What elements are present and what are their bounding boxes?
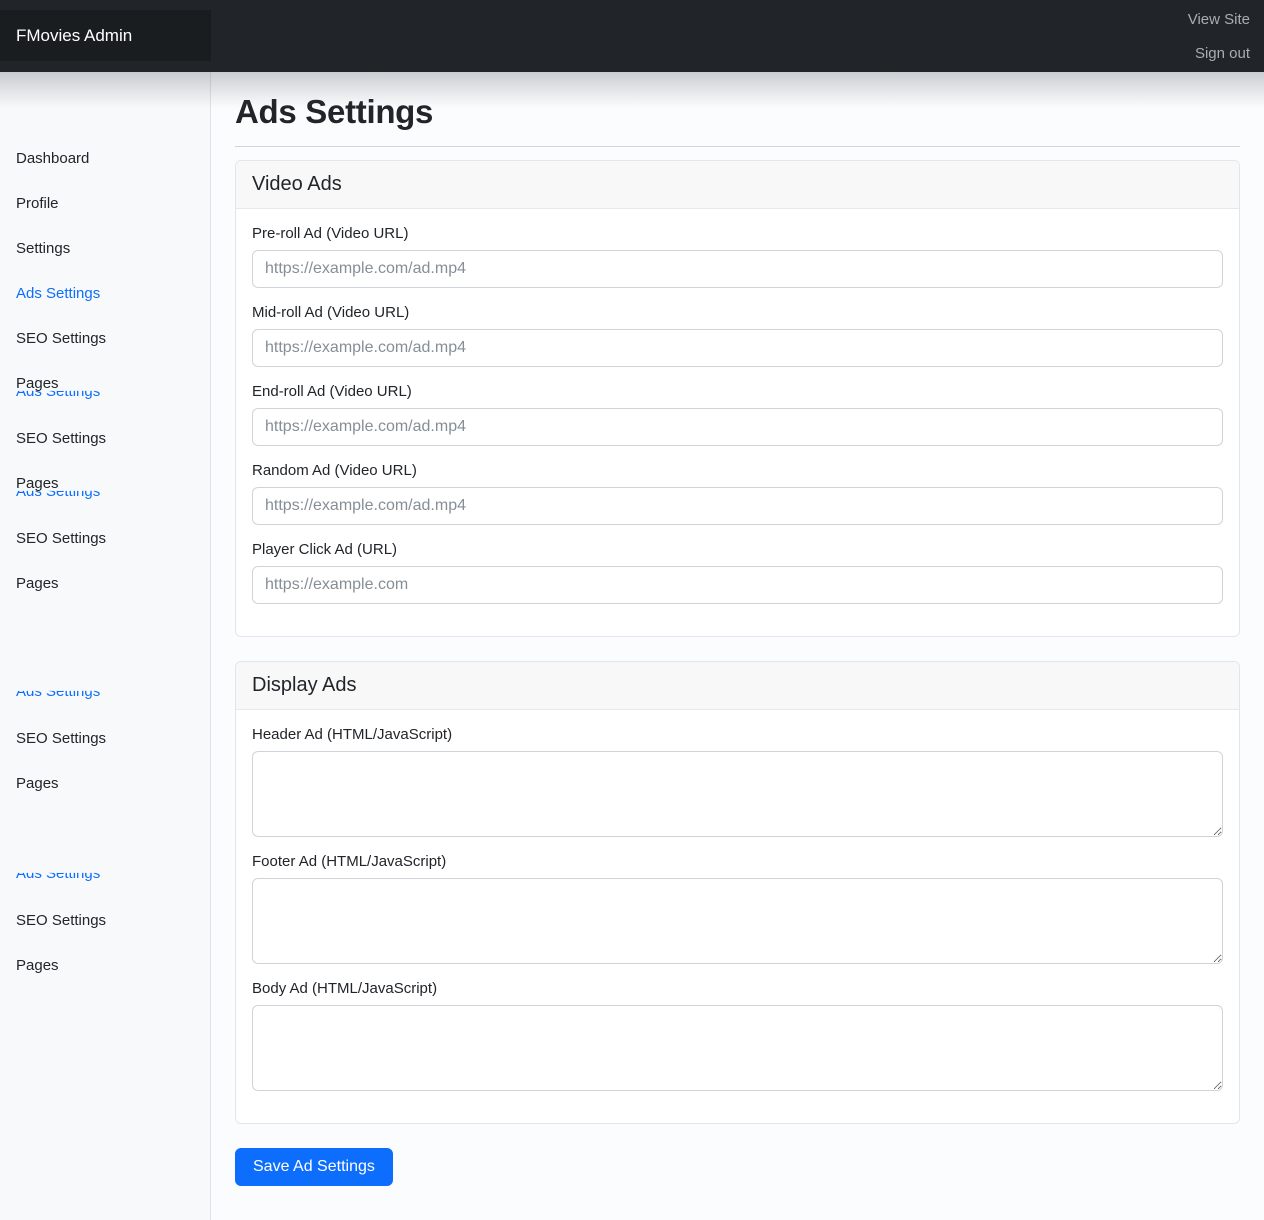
brand-title: FMovies Admin xyxy=(0,10,211,61)
sidebar-item-dashboard[interactable]: Dashboard xyxy=(0,148,210,170)
label-mid-roll-ad-video-url: Mid-roll Ad (Video URL) xyxy=(252,304,410,321)
sign-out-link[interactable]: Sign out xyxy=(1195,45,1250,63)
textarea-body-ad-html-javascript[interactable] xyxy=(252,1005,1223,1091)
navbar-links: View Site Sign out xyxy=(1188,0,1250,72)
card-video-ads: Video Ads Pre-roll Ad (Video URL) Mid-ro… xyxy=(235,160,1240,637)
sidebar-item-pages[interactable]: Pages xyxy=(0,955,210,977)
sidebar-item-seo-settings[interactable]: SEO Settings xyxy=(0,528,210,550)
input-pre-roll-ad-video-url[interactable] xyxy=(252,250,1223,288)
view-site-link[interactable]: View Site xyxy=(1188,11,1250,29)
label-end-roll-ad-video-url: End-roll Ad (Video URL) xyxy=(252,383,412,400)
label-header-ad-html-javascript: Header Ad (HTML/JavaScript) xyxy=(252,726,453,743)
sidebar-item-profile[interactable]: Profile xyxy=(0,193,210,215)
label-footer-ad-html-javascript: Footer Ad (HTML/JavaScript) xyxy=(252,853,447,870)
form-field: Player Click Ad (URL) xyxy=(252,541,1223,604)
card-header: Display Ads xyxy=(236,662,1239,710)
label-player-click-ad-url: Player Click Ad (URL) xyxy=(252,541,398,558)
card-header: Video Ads xyxy=(236,161,1239,209)
form-field: Mid-roll Ad (Video URL) xyxy=(252,304,1223,367)
cards: Video Ads Pre-roll Ad (Video URL) Mid-ro… xyxy=(235,160,1240,1124)
card-title: Video Ads xyxy=(252,173,342,195)
sidebar-item-ads-settings[interactable]: Ads Settings xyxy=(0,873,210,885)
main-content: Ads Settings Video Ads Pre-roll Ad (Vide… xyxy=(211,72,1264,1186)
input-player-click-ad-url[interactable] xyxy=(252,566,1223,604)
form-field: End-roll Ad (Video URL) xyxy=(252,383,1223,446)
sidebar-item-pages[interactable]: Pages xyxy=(0,573,210,595)
input-mid-roll-ad-video-url[interactable] xyxy=(252,329,1223,367)
label-random-ad-video-url: Random Ad (Video URL) xyxy=(252,462,417,479)
sidebar-item-ads-settings[interactable]: Ads Settings xyxy=(0,691,210,703)
input-random-ad-video-url[interactable] xyxy=(252,487,1223,525)
card-body: Pre-roll Ad (Video URL) Mid-roll Ad (Vid… xyxy=(236,209,1239,636)
page-title: Ads Settings xyxy=(235,93,434,130)
form-field: Header Ad (HTML/JavaScript) xyxy=(252,726,1223,837)
sidebar-item-seo-settings[interactable]: SEO Settings xyxy=(0,428,210,450)
form-field: Footer Ad (HTML/JavaScript) xyxy=(252,853,1223,964)
textarea-footer-ad-html-javascript[interactable] xyxy=(252,878,1223,964)
label-pre-roll-ad-video-url: Pre-roll Ad (Video URL) xyxy=(252,225,409,242)
sidebar-item-seo-settings[interactable]: SEO Settings xyxy=(0,910,210,932)
label-body-ad-html-javascript: Body Ad (HTML/JavaScript) xyxy=(252,980,438,997)
sidebar-item-pages[interactable]: Pages xyxy=(0,773,210,795)
sidebar-item-ads-settings[interactable]: Ads Settings xyxy=(0,283,210,305)
sidebar-item-seo-settings[interactable]: SEO Settings xyxy=(0,328,210,350)
card-title: Display Ads xyxy=(252,674,357,696)
sidebar-item-seo-settings[interactable]: SEO Settings xyxy=(0,728,210,750)
save-ad-settings-button[interactable]: Save Ad Settings xyxy=(235,1148,393,1186)
sidebar: Dashboard Profile Settings Ads Settings SEO … xyxy=(0,72,211,1220)
sidebar-item-settings[interactable]: Settings xyxy=(0,238,210,260)
card-display-ads: Display Ads Header Ad (HTML/JavaScript) … xyxy=(235,661,1240,1124)
form-field: Pre-roll Ad (Video URL) xyxy=(252,225,1223,288)
form-field: Body Ad (HTML/JavaScript) xyxy=(252,980,1223,1091)
card-body: Header Ad (HTML/JavaScript) Footer Ad (H… xyxy=(236,710,1239,1123)
title-divider xyxy=(235,146,1240,147)
textarea-header-ad-html-javascript[interactable] xyxy=(252,751,1223,837)
input-end-roll-ad-video-url[interactable] xyxy=(252,408,1223,446)
form-field: Random Ad (Video URL) xyxy=(252,462,1223,525)
top-navbar: FMovies Admin View Site Sign out xyxy=(0,0,1264,72)
